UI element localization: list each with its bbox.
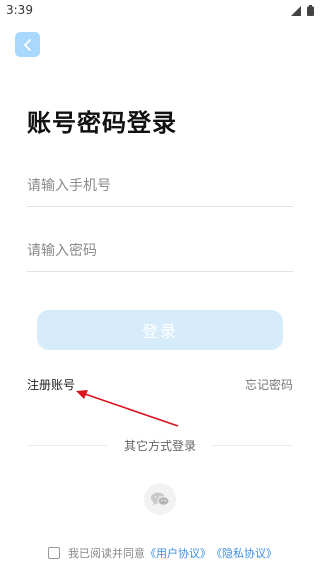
status-time: 3:39 <box>6 3 33 17</box>
chevron-left-icon <box>23 38 31 51</box>
password-input[interactable] <box>27 231 293 271</box>
signal-icon <box>291 5 301 16</box>
phone-field <box>27 166 293 207</box>
password-field <box>27 231 293 272</box>
agreement-checkbox[interactable] <box>48 547 60 559</box>
forgot-password-link[interactable]: 忘记密码 <box>245 376 293 393</box>
agreement-row: 我已阅读并同意 《用户协议》 《隐私协议》 <box>48 545 277 561</box>
other-login-label: 其它方式登录 <box>123 439 196 453</box>
wechat-login-button[interactable] <box>144 483 176 515</box>
status-icons <box>291 5 314 16</box>
agreement-prefix: 我已阅读并同意 <box>68 547 145 560</box>
status-bar: 3:39 <box>0 0 320 24</box>
privacy-agreement-link[interactable]: 《隐私协议》 <box>211 545 277 561</box>
page-title: 账号密码登录 <box>27 109 177 137</box>
back-button[interactable] <box>15 32 40 57</box>
user-agreement-link[interactable]: 《用户协议》 <box>145 545 211 561</box>
battery-icon <box>307 5 314 16</box>
wechat-icon <box>151 492 170 506</box>
login-button[interactable]: 登录 <box>37 310 283 350</box>
register-link[interactable]: 注册账号 <box>27 376 75 393</box>
phone-input[interactable] <box>27 166 293 206</box>
